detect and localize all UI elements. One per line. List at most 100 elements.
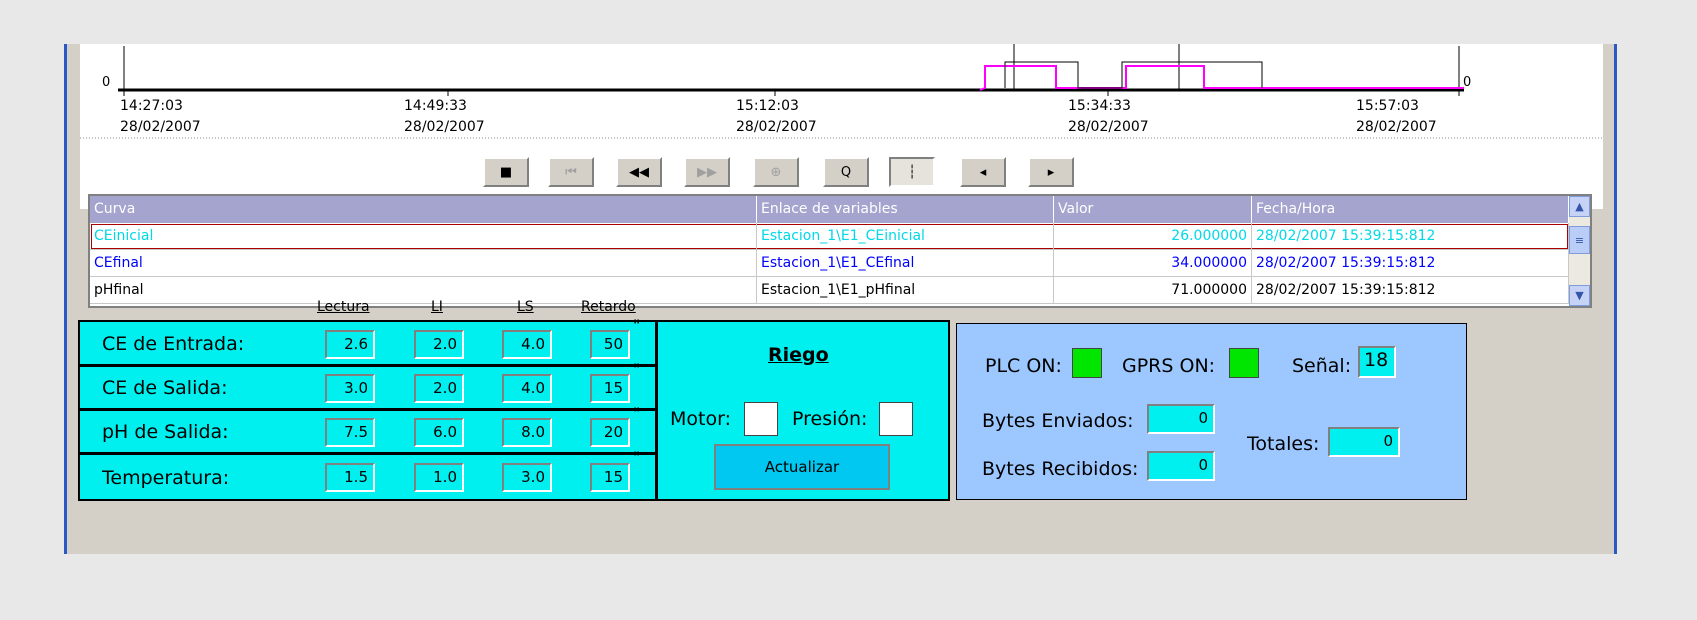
scroll-thumb[interactable]: ≡ [1569, 226, 1590, 254]
first-icon: ⏮ [565, 164, 577, 180]
stop-icon: ■ [499, 164, 513, 180]
col-enlace[interactable]: Enlace de variables [757, 196, 1054, 223]
forward-icon: ▶▶ [697, 164, 717, 180]
table-row[interactable]: pHfinal Estacion_1\E1_pHfinal 71.000000 … [90, 277, 1569, 304]
scroll-up-icon[interactable]: ▲ [1569, 196, 1590, 217]
li-field[interactable]: 6.0 [414, 418, 464, 447]
bytes-received-field[interactable]: 0 [1147, 451, 1215, 481]
col-fecha[interactable]: Fecha/Hora [1252, 196, 1569, 223]
lectura-field[interactable]: 2.6 [325, 330, 375, 359]
next-curve-icon: ▸ [1047, 164, 1055, 180]
zoom-out-button[interactable]: Q [823, 157, 869, 187]
cell-datetime: 28/02/2007 15:39:15:812 [1252, 223, 1569, 250]
motor-label: Motor: [670, 408, 731, 430]
ls-field[interactable]: 8.0 [502, 418, 552, 447]
time-tick-3: 15:12:03 28/02/2007 [736, 98, 817, 135]
retardo-field[interactable]: 15 [590, 374, 630, 403]
cell-link: Estacion_1\E1_pHfinal [757, 277, 1054, 304]
li-field[interactable]: 1.0 [414, 463, 464, 492]
table-header: Curva Enlace de variables Valor Fecha/Ho… [90, 196, 1569, 223]
col-retardo: Retardo [581, 299, 636, 315]
param-label: Temperatura: [102, 467, 230, 489]
gprs-indicator [1229, 348, 1259, 378]
y-axis-left-label: 0 [102, 75, 111, 90]
first-button[interactable]: ⏮ [548, 157, 594, 187]
cell-link: Estacion_1\E1_CEinicial [757, 223, 1054, 250]
curve-table: Curva Enlace de variables Valor Fecha/Ho… [88, 194, 1592, 308]
cell-datetime: 28/02/2007 15:39:15:812 [1252, 277, 1569, 304]
seconds-mark: " [633, 450, 641, 466]
cell-curve: CEinicial [90, 223, 757, 250]
table-scrollbar[interactable]: ▲ ≡ ▼ [1569, 196, 1590, 306]
zoom-in-icon: ⊕ [770, 164, 782, 180]
cell-value: 71.000000 [1054, 277, 1252, 304]
col-curva[interactable]: Curva [90, 196, 757, 223]
li-field[interactable]: 2.0 [414, 330, 464, 359]
ls-field[interactable]: 4.0 [502, 374, 552, 403]
cell-datetime: 28/02/2007 15:39:15:812 [1252, 250, 1569, 277]
plc-indicator [1072, 348, 1102, 378]
totals-field[interactable]: 0 [1328, 427, 1400, 457]
zoom-in-button[interactable]: ⊕ [753, 157, 799, 187]
signal-field[interactable]: 18 [1358, 346, 1396, 378]
ruler-button[interactable]: ┆ [889, 157, 935, 187]
scroll-down-icon[interactable]: ▼ [1569, 285, 1590, 306]
param-label: CE de Salida: [102, 377, 228, 399]
bytes-sent-field[interactable]: 0 [1147, 404, 1215, 434]
retardo-field[interactable]: 20 [590, 418, 630, 447]
stop-button[interactable]: ■ [483, 157, 529, 187]
signal-label: Señal: [1292, 355, 1352, 377]
seconds-mark: " [633, 318, 641, 334]
y-axis-right-label: 0 [1463, 75, 1472, 90]
previous-curve-button[interactable]: ◂ [960, 157, 1006, 187]
cell-curve: CEfinal [90, 250, 757, 277]
cell-value: 26.000000 [1054, 223, 1252, 250]
ls-field[interactable]: 3.0 [502, 463, 552, 492]
row-divider [80, 452, 655, 455]
time-tick-1: 14:27:03 28/02/2007 [120, 98, 201, 135]
col-ls: LS [517, 299, 534, 315]
zoom-out-icon: Q [840, 164, 852, 180]
lectura-field[interactable]: 3.0 [325, 374, 375, 403]
table-row[interactable]: CEfinal Estacion_1\E1_CEfinal 34.000000 … [90, 250, 1569, 277]
update-button[interactable]: Actualizar [714, 444, 890, 490]
li-field[interactable]: 2.0 [414, 374, 464, 403]
col-valor[interactable]: Valor [1054, 196, 1252, 223]
time-tick-2: 14:49:33 28/02/2007 [404, 98, 485, 135]
rewind-button[interactable]: ◀◀ [616, 157, 662, 187]
cell-curve: pHfinal [90, 277, 757, 304]
seconds-mark: " [633, 362, 641, 378]
row-divider [80, 408, 655, 411]
col-li: LI [431, 299, 443, 315]
time-tick-5: 15:57:03 28/02/2007 [1356, 98, 1437, 135]
lectura-field[interactable]: 1.5 [325, 463, 375, 492]
cell-value: 34.000000 [1054, 250, 1252, 277]
params-panel: CE de Entrada: 2.6 2.0 4.0 50 " CE de Sa… [78, 318, 658, 501]
param-label: CE de Entrada: [102, 333, 245, 355]
riego-panel: Riego Motor: Presión: Actualizar [656, 320, 950, 501]
lectura-field[interactable]: 7.5 [325, 418, 375, 447]
riego-title: Riego [768, 344, 829, 366]
row-divider [80, 364, 655, 367]
bytes-received-label: Bytes Recibidos: [982, 458, 1139, 480]
motor-indicator [744, 402, 778, 436]
status-panel: PLC ON: GPRS ON: Señal: 18 Bytes Enviado… [956, 323, 1467, 500]
next-curve-button[interactable]: ▸ [1028, 157, 1074, 187]
gprs-label: GPRS ON: [1122, 355, 1216, 377]
col-lectura: Lectura [317, 299, 370, 315]
forward-button[interactable]: ▶▶ [684, 157, 730, 187]
table-row[interactable]: CEinicial Estacion_1\E1_CEinicial 26.000… [90, 223, 1569, 250]
trend-chart[interactable]: 0 0 14:27:03 28/02/2007 14:49:33 28/02/200… [80, 44, 1603, 209]
bytes-sent-label: Bytes Enviados: [982, 410, 1134, 432]
rewind-icon: ◀◀ [629, 164, 649, 180]
retardo-field[interactable]: 15 [590, 463, 630, 492]
presion-label: Presión: [792, 408, 868, 430]
previous-curve-icon: ◂ [979, 164, 987, 180]
trend-window: 0 0 14:27:03 28/02/2007 14:49:33 28/02/200… [64, 44, 1617, 554]
totals-label: Totales: [1247, 433, 1320, 455]
retardo-field[interactable]: 50 [590, 330, 630, 359]
cell-link: Estacion_1\E1_CEfinal [757, 250, 1054, 277]
ls-field[interactable]: 4.0 [502, 330, 552, 359]
time-tick-4: 15:34:33 28/02/2007 [1068, 98, 1149, 135]
seconds-mark: " [633, 406, 641, 422]
